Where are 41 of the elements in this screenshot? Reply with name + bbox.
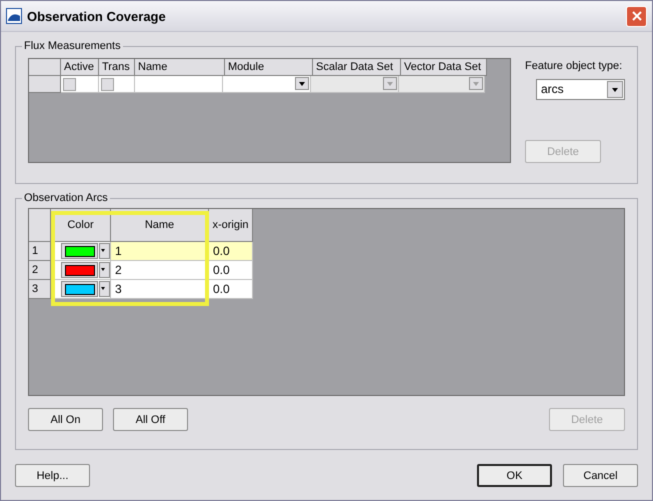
window-title: Observation Coverage [27, 8, 167, 24]
table-cell: 0.0 [209, 280, 253, 299]
group-title: Flux Measurements [23, 40, 122, 52]
dropdown-button[interactable] [99, 262, 110, 278]
toggle-all-button[interactable]: All On [28, 408, 103, 431]
scalar-dropdown[interactable] [311, 76, 399, 93]
row-number[interactable]: 2 [29, 261, 51, 280]
column-header[interactable]: Scalar Data Set [313, 59, 401, 76]
ok-button[interactable]: OK [477, 464, 552, 487]
name-field[interactable] [135, 76, 223, 93]
header-corner [29, 209, 51, 242]
wave-icon [6, 8, 22, 24]
column-header[interactable]: Trans [99, 59, 135, 76]
color-button[interactable] [61, 281, 98, 297]
module-dropdown[interactable] [223, 76, 311, 93]
cancel-button[interactable]: Cancel [563, 464, 638, 487]
color-button[interactable] [61, 262, 98, 278]
row-header [29, 76, 61, 93]
column-header[interactable]: x-origin [209, 209, 253, 242]
toggle-all-button[interactable]: All Off [113, 408, 188, 431]
column-header[interactable]: Module [225, 59, 313, 76]
table-cell: 0.0 [209, 261, 253, 280]
column-header[interactable]: Name [135, 59, 225, 76]
row-number[interactable]: 3 [29, 280, 51, 299]
feature-type-label: Feature object type: [525, 60, 622, 72]
checkbox[interactable] [101, 78, 114, 91]
column-header[interactable]: Active [61, 59, 99, 76]
checkbox[interactable] [63, 78, 76, 91]
row-number[interactable]: 1 [29, 242, 51, 261]
dropdown-button[interactable] [99, 243, 110, 259]
feature-type-dropdown[interactable]: arcs [536, 79, 625, 100]
color-button[interactable] [61, 243, 98, 259]
table-cell: 0.0 [209, 242, 253, 261]
help-button[interactable]: Help... [15, 464, 90, 487]
close-button[interactable] [626, 6, 647, 26]
close-icon [632, 11, 642, 21]
dropdown-button[interactable] [99, 281, 110, 297]
column-header[interactable]: Vector Data Set [401, 59, 487, 76]
header-corner [29, 59, 61, 76]
group-title: Observation Arcs [23, 192, 109, 204]
vector-dropdown[interactable] [399, 76, 485, 93]
